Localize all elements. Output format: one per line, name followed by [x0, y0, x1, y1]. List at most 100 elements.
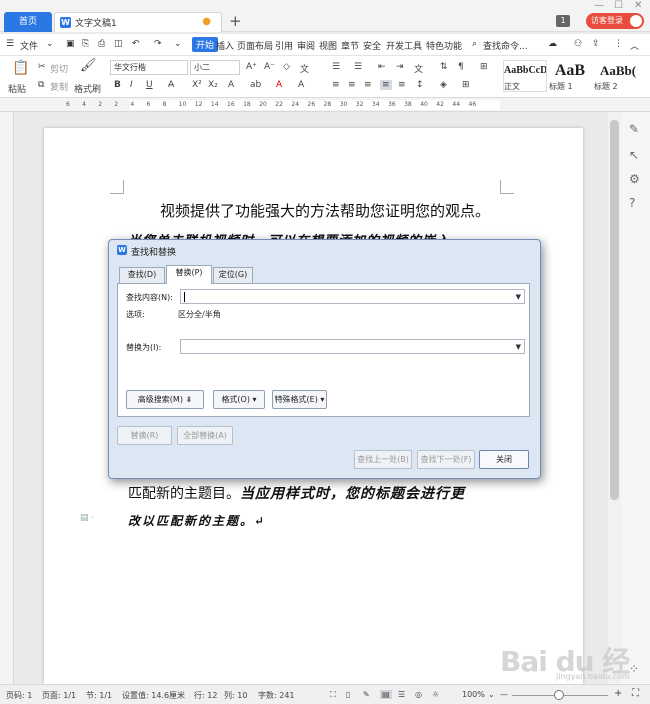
shading-icon[interactable]: ◈: [440, 80, 447, 90]
chinese-layout-icon[interactable]: 文: [414, 62, 423, 75]
guest-login-button[interactable]: 访客登录: [586, 13, 644, 29]
vertical-ruler[interactable]: [0, 112, 14, 684]
vertical-scrollbar[interactable]: [608, 112, 621, 684]
menu-features[interactable]: 特色功能: [426, 39, 462, 52]
replace-history-dropdown-icon[interactable]: ▼: [516, 343, 521, 351]
settings-sliders-icon[interactable]: ⚙: [629, 172, 640, 186]
page-view-icon[interactable]: ▤: [380, 690, 392, 699]
status-setting-value[interactable]: 设置值: 14.6厘米: [122, 690, 185, 701]
menu-view[interactable]: 视图: [319, 39, 337, 52]
style-heading-1[interactable]: AaB 标题 1: [548, 60, 592, 92]
bullets-icon[interactable]: ☰: [332, 62, 340, 72]
close-window-icon[interactable]: ✕: [634, 0, 642, 11]
borders-icon[interactable]: ⊞: [462, 80, 470, 90]
more-icon[interactable]: ⋮: [614, 39, 623, 49]
close-button[interactable]: 关闭: [479, 450, 529, 469]
share-icon[interactable]: ⇪: [592, 39, 600, 49]
horizontal-ruler[interactable]: 6 4 2 2 4 6 8 10 12 14 16 18 20 22 24 26 28 30 32 34 36 38 40 4…: [0, 98, 650, 112]
select-cursor-icon[interactable]: ↖: [629, 148, 639, 162]
print-icon[interactable]: ⎙: [98, 39, 105, 49]
paragraph-handle-icon[interactable]: ▤ ·: [80, 513, 94, 523]
home-tab[interactable]: 首页: [4, 12, 52, 32]
edit-pen-icon[interactable]: ✎: [629, 122, 639, 136]
menu-file-arrow-icon[interactable]: ⌄: [46, 39, 54, 49]
menu-home[interactable]: 开始: [192, 37, 219, 52]
cut-icon[interactable]: ✂: [38, 62, 46, 72]
subscript-icon[interactable]: X₂: [208, 80, 218, 90]
menu-review[interactable]: 审阅: [297, 39, 315, 52]
collaborate-icon[interactable]: ⚇: [574, 39, 582, 49]
shrink-font-icon[interactable]: A⁻: [264, 62, 275, 72]
format-painter-button[interactable]: 格式刷: [74, 82, 101, 95]
align-left-icon[interactable]: ≡: [332, 80, 340, 90]
advanced-search-button[interactable]: 高级搜索(M) ⇟: [126, 390, 204, 409]
document-line-4[interactable]: 改以匹配新的主题。↵: [128, 512, 266, 529]
line-spacing-icon[interactable]: ↕: [416, 80, 424, 90]
document-line-3[interactable]: 匹配新的主题目。当应用样式时，您的标题会进行更: [128, 483, 465, 503]
highlight-icon[interactable]: ab: [250, 80, 261, 90]
menu-insert[interactable]: 插入: [216, 39, 234, 52]
undo-icon[interactable]: ↶: [132, 39, 140, 49]
menu-file[interactable]: 文件: [20, 39, 38, 52]
hamburger-icon[interactable]: ☰: [6, 39, 14, 49]
char-shading-icon[interactable]: A: [298, 80, 304, 90]
format-button[interactable]: 格式(O) ▾: [213, 390, 265, 409]
status-column[interactable]: 列: 10: [224, 690, 247, 701]
save-icon[interactable]: ▣: [66, 39, 75, 49]
grow-font-icon[interactable]: A⁺: [246, 62, 257, 72]
zoom-level[interactable]: 100%: [462, 690, 485, 699]
table-border-icon[interactable]: ⊞: [480, 62, 488, 72]
zoom-out-icon[interactable]: —: [500, 690, 508, 699]
zoom-dropdown-icon[interactable]: ⌄: [488, 690, 495, 699]
replace-button[interactable]: 替换(R): [117, 426, 172, 445]
find-previous-button[interactable]: 查找上一处(B): [354, 450, 412, 469]
text-effect-icon[interactable]: A: [228, 80, 234, 90]
pinyin-icon[interactable]: 文: [300, 62, 309, 75]
reading-mode-icon[interactable]: ▯: [346, 690, 350, 699]
tab-replace[interactable]: 替换(P): [166, 265, 212, 284]
paste-button[interactable]: 粘贴: [8, 82, 26, 95]
status-row[interactable]: 行: 12: [194, 690, 217, 701]
status-page-number[interactable]: 页码: 1: [6, 690, 32, 701]
minimize-icon[interactable]: —: [594, 0, 604, 11]
clear-format-icon[interactable]: ◇: [283, 62, 290, 72]
document-tab[interactable]: W 文字文稿1 ●: [54, 12, 222, 32]
replace-all-button[interactable]: 全部替换(A): [177, 426, 233, 445]
eye-protect-icon[interactable]: ☼: [432, 690, 439, 699]
maximize-icon[interactable]: ☐: [614, 0, 623, 11]
style-normal[interactable]: AaBbCcD 正文: [503, 60, 547, 92]
export-pdf-icon[interactable]: ⎘: [82, 39, 89, 49]
justify-icon[interactable]: ≡: [380, 80, 392, 90]
menu-security[interactable]: 安全: [363, 39, 381, 52]
decrease-indent-icon[interactable]: ⇤: [378, 62, 386, 72]
copy-button[interactable]: 复制: [50, 80, 68, 93]
zoom-in-icon[interactable]: +: [614, 688, 622, 699]
numbering-icon[interactable]: ☰: [354, 62, 362, 72]
font-color-icon[interactable]: A: [276, 80, 282, 90]
sort-icon[interactable]: ⇅: [440, 62, 448, 72]
zoom-slider-knob[interactable]: [554, 690, 564, 700]
web-view-icon[interactable]: ◎: [415, 690, 422, 699]
paste-icon[interactable]: 📋: [12, 60, 29, 76]
fullscreen-icon[interactable]: ⛶: [632, 688, 639, 699]
strikethrough-icon[interactable]: A̶: [168, 80, 174, 90]
new-tab-button[interactable]: +: [229, 12, 242, 30]
show-marks-icon[interactable]: ¶: [458, 62, 464, 72]
special-format-button[interactable]: 特殊格式(E) ▾: [272, 390, 327, 409]
find-input[interactable]: ▼: [180, 289, 525, 304]
print-preview-icon[interactable]: ◫: [114, 39, 123, 49]
italic-icon[interactable]: I: [130, 80, 133, 90]
menu-page-layout[interactable]: 页面布局: [237, 39, 273, 52]
increase-indent-icon[interactable]: ⇥: [396, 62, 404, 72]
status-section[interactable]: 节: 1/1: [86, 690, 112, 701]
search-icon[interactable]: ⌕: [472, 39, 477, 49]
cloud-icon[interactable]: ☁: [548, 39, 557, 49]
menu-chapter[interactable]: 章节: [341, 39, 359, 52]
window-count-badge[interactable]: 1: [556, 15, 570, 27]
replace-input[interactable]: ▼: [180, 339, 525, 354]
document-line-1[interactable]: 视频提供了功能强大的方法帮助您证明您的观点。: [160, 200, 490, 221]
tab-goto[interactable]: 定位(G): [213, 267, 253, 283]
write-mode-icon[interactable]: ✎: [363, 690, 370, 699]
copy-icon[interactable]: ⧉: [38, 80, 44, 90]
find-next-button[interactable]: 查找下一处(F): [417, 450, 475, 469]
